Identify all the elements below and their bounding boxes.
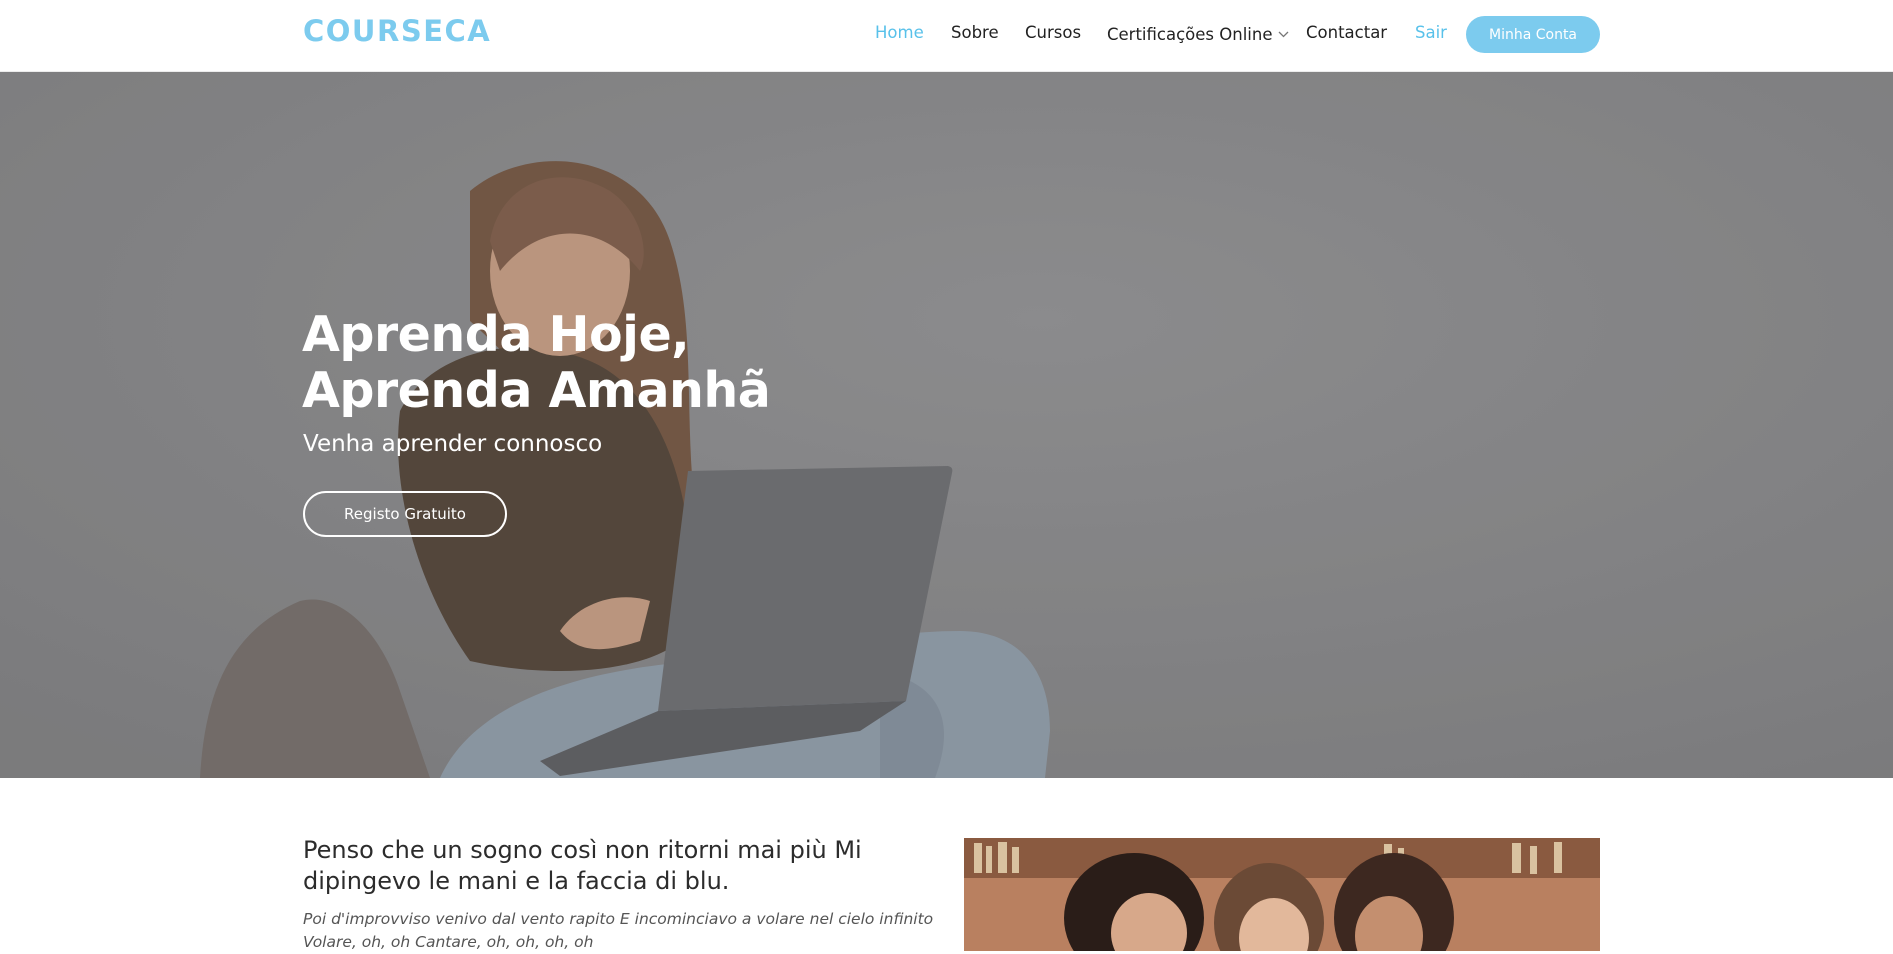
chevron-down-icon (1278, 23, 1289, 42)
nav-cursos[interactable]: Cursos (1025, 23, 1081, 42)
hero-background-image (0, 71, 1893, 778)
free-registration-button[interactable]: Registo Gratuito (303, 491, 507, 537)
students-image (964, 838, 1600, 951)
hero-title-line-1: Aprenda Hoje, (302, 306, 690, 363)
hero-subtitle: Venha aprender connosco (303, 431, 603, 457)
account-button[interactable]: Minha Conta (1466, 16, 1600, 53)
nav-sobre[interactable]: Sobre (951, 23, 999, 42)
intro-heading: Penso che un sogno così non ritorni mai … (303, 836, 862, 895)
intro-text: Poi d'improvviso venivo dal vento rapito… (303, 910, 934, 951)
site-header: COURSECA Home Sobre Cursos Certificações… (0, 0, 1893, 72)
main-nav: Home Sobre Cursos Certificações Online C… (0, 0, 1893, 68)
nav-contactar[interactable]: Contactar (1306, 23, 1387, 42)
nav-sair[interactable]: Sair (1415, 23, 1447, 42)
nav-certificacoes[interactable]: Certificações Online (1107, 23, 1289, 44)
hero-section: Aprenda Hoje, Aprenda Amanhã Venha apren… (0, 71, 1893, 778)
nav-home[interactable]: Home (875, 23, 924, 42)
nav-certificacoes-label: Certificações Online (1107, 25, 1273, 44)
hero-title: Aprenda Hoje, Aprenda Amanhã (302, 307, 1002, 419)
hero-title-line-2: Aprenda Amanhã (302, 362, 771, 419)
students-photo (964, 838, 1600, 951)
